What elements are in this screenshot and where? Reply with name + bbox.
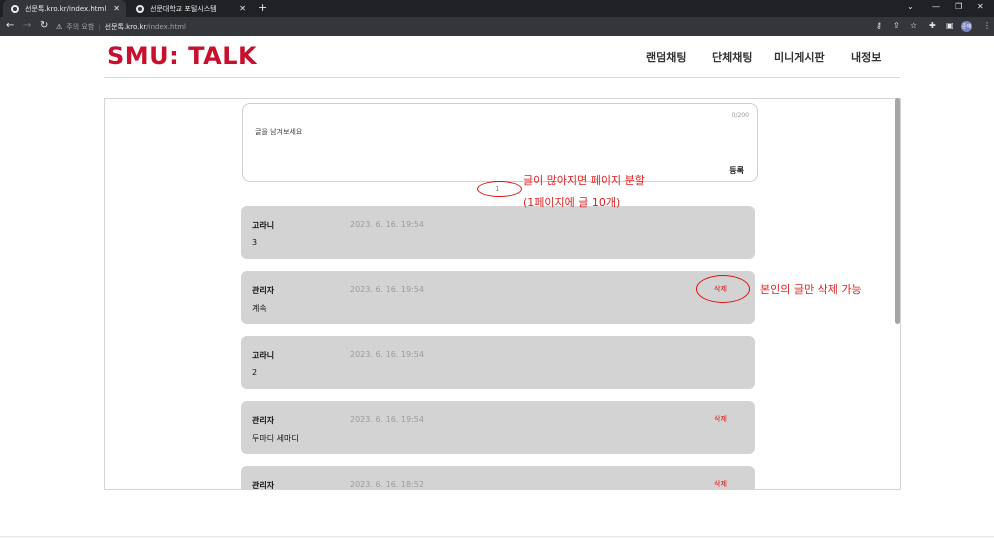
- post-content: 계속: [252, 304, 267, 313]
- post-item: 고라니 2023. 6. 16. 19:54 2: [241, 336, 755, 389]
- nav-mini-board[interactable]: 미니게시판: [774, 49, 825, 65]
- annotation-circle: [477, 181, 522, 197]
- url-field[interactable]: ⚠ 주의 요함 | 선문톡.kro.kr /index.html: [56, 19, 186, 34]
- post-author: 관리자: [252, 416, 275, 425]
- nav-random-chat[interactable]: 랜덤채팅: [646, 49, 686, 65]
- browser-tab-active[interactable]: 선문톡.kro.kr/index.html ✕: [3, 0, 126, 17]
- post-date: 2023. 6. 16. 19:54: [350, 350, 424, 359]
- annotation-pagination-detail: (1페이지에 글 10개): [523, 196, 621, 209]
- post-date: 2023. 6. 16. 19:54: [350, 285, 424, 294]
- url-divider: |: [98, 22, 101, 31]
- reload-icon[interactable]: ↻: [40, 20, 48, 31]
- annotation-pagination: 글이 많아지면 페이지 분할: [523, 174, 645, 187]
- scrollbar-thumb[interactable]: [895, 98, 900, 324]
- side-panel-icon[interactable]: ▣: [946, 21, 954, 30]
- annotation-delete: 본인의 글만 삭제 가능: [760, 283, 862, 296]
- menu-icon[interactable]: ⋮: [983, 21, 991, 30]
- post-author: 고라니: [252, 351, 275, 360]
- key-icon[interactable]: ⚷: [876, 21, 882, 30]
- url-host: 선문톡.kro.kr: [104, 22, 147, 31]
- browser-tabstrip: 선문톡.kro.kr/index.html ✕ 선문대학교 포털시스템 ✕ + …: [0, 0, 994, 17]
- header-divider: [104, 77, 900, 78]
- post-item: 고라니 2023. 6. 16. 19:54 3: [241, 206, 755, 259]
- tab-title: 선문톡.kro.kr/index.html: [25, 4, 107, 13]
- page-bottom-divider: [0, 536, 994, 537]
- forward-icon[interactable]: →: [23, 20, 31, 31]
- security-label[interactable]: 주의 요함: [66, 22, 94, 32]
- minimize-icon[interactable]: —: [932, 2, 940, 11]
- tab-search-icon[interactable]: ⌄: [907, 2, 914, 11]
- globe-icon: [136, 4, 144, 13]
- site-logo[interactable]: SMU: TALK: [107, 42, 257, 70]
- share-icon[interactable]: ⇪: [893, 21, 900, 30]
- annotation-circle: [696, 275, 750, 303]
- post-date: 2023. 6. 16. 19:54: [350, 220, 424, 229]
- post-author: 고라니: [252, 221, 275, 230]
- post-composer[interactable]: 글을 남겨보세요 0/200 등록: [242, 103, 758, 182]
- address-bar: ← → ↻ ⚠ 주의 요함 | 선문톡.kro.kr /index.html ⚷…: [0, 17, 994, 36]
- back-icon[interactable]: ←: [6, 20, 14, 31]
- tab-title: 선문대학교 포털시스템: [150, 4, 217, 13]
- globe-icon: [11, 4, 19, 13]
- url-path: /index.html: [146, 22, 186, 31]
- page: SMU: TALK 랜덤채팅 단체채팅 미니게시판 내정보 글을 남겨보세요 0…: [0, 36, 994, 538]
- char-counter: 0/200: [731, 112, 749, 119]
- restore-icon[interactable]: ❐: [955, 2, 962, 11]
- delete-button[interactable]: 삭제: [714, 479, 727, 489]
- close-window-icon[interactable]: ✕: [977, 2, 984, 11]
- close-tab-icon[interactable]: ✕: [113, 4, 120, 13]
- post-date: 2023. 6. 16. 19:54: [350, 415, 424, 424]
- close-tab-icon[interactable]: ✕: [239, 4, 246, 13]
- post-content: 두마디 세마디: [252, 434, 299, 443]
- post-item: 관리자 2023. 6. 16. 19:54 계속 삭제: [241, 271, 755, 324]
- star-icon[interactable]: ☆: [910, 21, 917, 30]
- composer-input[interactable]: 글을 남겨보세요: [255, 127, 302, 137]
- submit-button[interactable]: 등록: [729, 165, 744, 176]
- new-tab-icon[interactable]: +: [258, 1, 267, 14]
- browser-tab[interactable]: 선문대학교 포털시스템 ✕: [128, 0, 252, 17]
- nav-my-info[interactable]: 내정보: [851, 49, 881, 65]
- post-author: 관리자: [252, 286, 275, 295]
- post-item: 관리자 2023. 6. 16. 19:54 두마디 세마디 삭제: [241, 401, 755, 454]
- post-date: 2023. 6. 16. 18:52: [350, 480, 424, 489]
- post-content: 2: [252, 368, 258, 377]
- warning-icon: ⚠: [56, 22, 63, 31]
- nav-group-chat[interactable]: 단체채팅: [712, 49, 752, 65]
- delete-button[interactable]: 삭제: [714, 414, 727, 424]
- extensions-icon[interactable]: ✚: [929, 21, 936, 30]
- profile-avatar[interactable]: 준재: [961, 21, 972, 32]
- post-content: 3: [252, 238, 258, 247]
- page-number[interactable]: 1: [495, 185, 499, 193]
- post-item: 관리자 2023. 6. 16. 18:52 삭제: [241, 466, 755, 490]
- post-author: 관리자: [252, 481, 275, 490]
